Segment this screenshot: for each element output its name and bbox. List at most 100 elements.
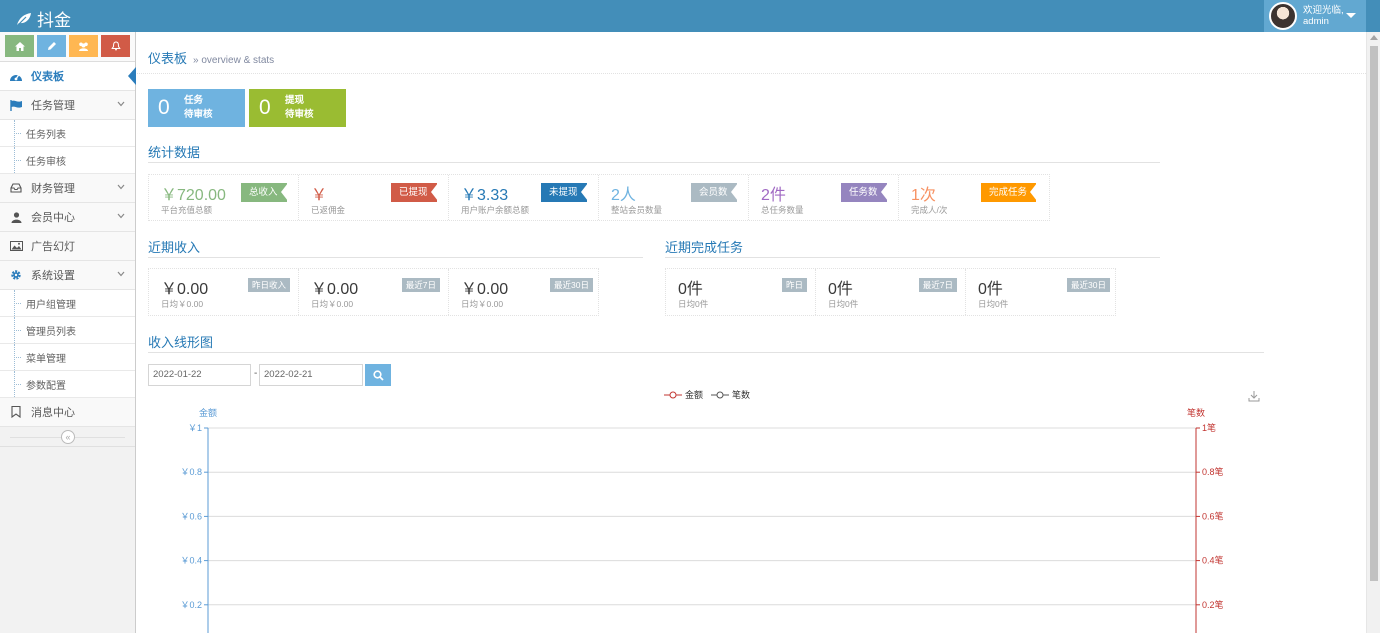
- y-tick-label: ￥0.4: [180, 556, 202, 566]
- pending-withdraw-review-box[interactable]: 0 提现待审核: [249, 89, 346, 127]
- infobox-line2: 待审核: [285, 109, 314, 120]
- chevron-down-icon: [117, 271, 125, 277]
- page-title: 仪表板: [148, 51, 188, 66]
- sidebar-subitem-label: 任务列表: [26, 129, 66, 141]
- infobox-number: 0: [259, 96, 271, 119]
- recent-tasks-divider: [665, 257, 1160, 258]
- sidebar-subitem-admin-list[interactable]: 管理员列表: [0, 317, 135, 344]
- sidebar-subitem-param-config[interactable]: 参数配置: [0, 371, 135, 398]
- leaf-icon: [17, 12, 31, 25]
- tasks-yesterday-cell: 0件 日均0件 昨日: [666, 269, 816, 315]
- stat-desc: 日均￥0.00: [311, 299, 354, 309]
- brand-name: 抖金: [37, 11, 71, 30]
- y2-tick-label: 0.2笔: [1202, 599, 1224, 610]
- income-line-chart: 金额 笔数 ￥0.2 0.2笔 ￥0.4 0.4笔 ￥0.6 0.6笔 ￥0.8 0.8笔 ￥1 1笔: [180, 407, 1224, 633]
- stat-desc: 用户账户余额总额: [461, 205, 530, 215]
- recent-income-title: 近期收入: [148, 240, 201, 255]
- chevron-down-icon: [117, 101, 125, 107]
- stat-tag: 任务数: [841, 183, 888, 202]
- infobox-label: 提现 待审核: [285, 94, 314, 122]
- stat-tag: 总收入: [241, 183, 288, 202]
- stat-value: 2件: [761, 187, 786, 204]
- infobox-line1: 提现: [285, 95, 305, 106]
- search-icon: [372, 369, 384, 381]
- stat-value: 0件: [828, 281, 853, 298]
- search-button[interactable]: [365, 364, 391, 386]
- sidebar-subitem-label: 任务审核: [26, 156, 66, 168]
- sidebar-item-dashboard[interactable]: 仪表板: [0, 62, 136, 91]
- stat-desc: 日均￥0.00: [461, 299, 504, 309]
- sidebar-subitem-label: 用户组管理: [26, 299, 76, 311]
- sidebar-item-ad-slides[interactable]: 广告幻灯: [0, 232, 135, 261]
- sidebar-subitem-label: 参数配置: [26, 380, 66, 392]
- sidebar-subitem-label: 管理员列表: [26, 326, 76, 338]
- sidebar-item-finance[interactable]: 财务管理: [0, 174, 135, 203]
- sidebar-item-task-management[interactable]: 任务管理: [0, 91, 135, 120]
- y-tick-label: ￥0.6: [180, 511, 202, 521]
- stat-desc: 平台充值总额: [161, 205, 213, 215]
- stat-value: ￥0.00: [461, 281, 509, 298]
- stat-value: 0件: [678, 281, 703, 298]
- income-7days-cell: ￥0.00 日均￥0.00 最近7日: [299, 269, 449, 315]
- end-date-input[interactable]: 2022-02-21: [259, 364, 363, 386]
- stat-tag: 昨日收入: [247, 278, 290, 292]
- shortcut-bell-button[interactable]: [101, 35, 130, 57]
- stat-desc: 完成人/次: [911, 205, 948, 215]
- stats-box: ￥720.00 平台充值总额 总收入 ￥ 已返佣金 已提现 ￥3.33 用户账户…: [148, 174, 1050, 221]
- legend-line-circle-icon: [664, 391, 682, 398]
- user-menu[interactable]: 欢迎光临, admin: [1264, 0, 1366, 32]
- recent-tasks-box: 0件 日均0件 昨日 0件 日均0件 最近7日 0件 日均0件 最近30日: [665, 268, 1116, 316]
- scroll-up-arrow-icon[interactable]: [1370, 35, 1378, 40]
- sidebar-item-label: 广告幻灯: [31, 241, 75, 253]
- sidebar-collapse-button[interactable]: «: [61, 430, 75, 444]
- stat-cell-total-income: ￥720.00 平台充值总额 总收入: [149, 175, 299, 220]
- brand[interactable]: 抖金: [16, 6, 71, 31]
- scroll-thumb[interactable]: [1370, 46, 1378, 581]
- income-yesterday-cell: ￥0.00 日均￥0.00 昨日收入: [149, 269, 299, 315]
- pencil-icon: [47, 42, 56, 50]
- stat-tag: 最近7日: [401, 278, 440, 292]
- line-chart-title: 收入线形图: [148, 335, 214, 350]
- shortcut-users-button[interactable]: [69, 35, 98, 57]
- stat-tag: 会员数: [691, 183, 738, 202]
- stat-desc: 日均￥0.00: [161, 299, 204, 309]
- header-divider: [137, 73, 1366, 74]
- sidebar-item-label: 会员中心: [31, 212, 75, 224]
- sidebar-subitem-menu-management[interactable]: 菜单管理: [0, 344, 135, 371]
- y-tick-label: ￥0.2: [180, 600, 202, 610]
- sidebar-item-label: 消息中心: [31, 407, 75, 419]
- stat-value: ￥3.33: [461, 187, 509, 204]
- sidebar-item-member-center[interactable]: 会员中心: [0, 203, 135, 232]
- infobox-label: 任务 待审核: [184, 94, 213, 122]
- users-icon: [79, 42, 88, 51]
- y2-tick-label: 0.6笔: [1202, 510, 1224, 521]
- sidebar-shortcuts: [0, 32, 135, 62]
- sidebar-subitem-task-list[interactable]: 任务列表: [0, 120, 135, 147]
- user-name: admin: [1303, 16, 1329, 27]
- shortcut-home-button[interactable]: [5, 35, 34, 57]
- recent-income-divider: [148, 257, 643, 258]
- sidebar-subitem-user-groups[interactable]: 用户组管理: [0, 290, 135, 317]
- pending-task-review-box[interactable]: 0 任务 待审核: [148, 89, 245, 127]
- top-navbar: 抖金 欢迎光临, admin: [0, 0, 1380, 32]
- start-date-input[interactable]: 2022-01-22: [148, 364, 251, 386]
- dashboard-icon: [10, 73, 22, 81]
- user-icon: [11, 211, 21, 223]
- sidebar-item-label: 财务管理: [31, 183, 75, 195]
- avatar: [1269, 2, 1297, 30]
- picture-icon: [9, 241, 23, 251]
- infobox-number: 0: [158, 96, 170, 119]
- page-scrollbar[interactable]: [1366, 32, 1380, 633]
- sidebar-item-label: 仪表板: [31, 71, 64, 83]
- shortcut-edit-button[interactable]: [37, 35, 66, 57]
- tasks-7days-cell: 0件 日均0件 最近7日: [816, 269, 966, 315]
- sidebar-item-system-settings[interactable]: 系统设置: [0, 261, 135, 290]
- bell-icon: [110, 41, 121, 51]
- y2-tick-label: 1笔: [1202, 422, 1216, 433]
- sidebar-item-message-center[interactable]: 消息中心: [0, 398, 135, 427]
- y-tick-label: ￥1: [188, 423, 202, 433]
- stat-cell-tasks: 2件 总任务数量 任务数: [749, 175, 899, 220]
- infobox-line1: 任务: [184, 95, 204, 106]
- sidebar-subitem-task-review[interactable]: 任务审核: [0, 147, 135, 174]
- income-30days-cell: ￥0.00 日均￥0.00 最近30日: [449, 269, 599, 315]
